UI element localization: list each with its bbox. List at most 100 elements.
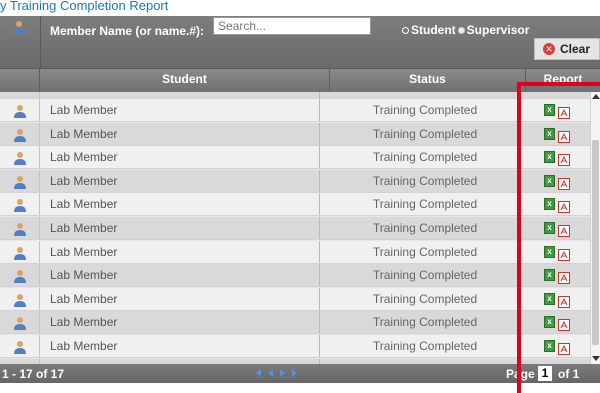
table-row[interactable]: Lab Member Training Completed x [0, 311, 590, 335]
scroll-thumb[interactable] [592, 140, 599, 345]
report-cell: x [530, 217, 590, 239]
report-column-header[interactable]: Report [526, 69, 600, 92]
pager-controls [256, 369, 297, 377]
student-name: Lab Member [40, 311, 320, 334]
pdf-report-icon[interactable] [558, 246, 570, 261]
member-grid: Member Name (or name.#): Student Supervi… [0, 16, 600, 383]
clear-button[interactable]: ✕ Clear [534, 38, 600, 60]
pdf-report-icon[interactable] [558, 175, 570, 190]
report-cell: x [530, 193, 590, 215]
scroll-up-icon[interactable] [592, 94, 600, 99]
vertical-scrollbar[interactable] [590, 92, 600, 364]
status-cell [320, 92, 530, 98]
excel-report-icon[interactable]: x [544, 104, 555, 116]
toolbar-icon-cell [0, 16, 41, 68]
table-row[interactable] [0, 92, 590, 99]
table-row[interactable]: Lab Member Training Completed x [0, 335, 590, 358]
excel-report-icon[interactable]: x [544, 151, 555, 164]
student-radio-label: Student [411, 23, 456, 37]
row-icon-cell [0, 240, 40, 263]
report-title-link[interactable]: y Training Completion Report [0, 0, 168, 16]
supervisor-radio[interactable] [457, 26, 465, 34]
student-name: Lab Member [40, 335, 320, 357]
status-text: Training Completed [372, 268, 478, 283]
clear-button-label: Clear [560, 42, 591, 56]
excel-report-icon[interactable]: x [544, 222, 555, 234]
student-name: Lab Member [40, 217, 320, 239]
excel-report-icon[interactable]: x [544, 316, 555, 329]
report-cell: x [530, 288, 590, 310]
grid-body[interactable]: Lab Member Training Completed x Lab Member T… [0, 92, 600, 364]
status-text: Training Completed [372, 150, 478, 165]
grid-footer: 1 - 17 of 17 Page 1 of 1 [0, 364, 600, 383]
status-column-header[interactable]: Status [330, 69, 526, 92]
status-text: Training Completed [372, 339, 478, 353]
excel-report-icon[interactable]: x [544, 245, 555, 258]
row-icon-cell [0, 193, 40, 216]
status-text: Training Completed [372, 315, 478, 330]
row-icon-cell [0, 169, 40, 192]
page-number-input[interactable]: 1 [538, 366, 552, 381]
table-row[interactable]: Lab Member Training Completed x [0, 122, 590, 146]
row-icon-cell [0, 217, 40, 239]
next-page-icon[interactable] [280, 369, 285, 377]
student-name: Lab Member [40, 146, 320, 169]
student-name: Lab Member [40, 264, 320, 287]
table-row[interactable]: Lab Member Training Completed x [0, 169, 590, 193]
student-radio[interactable] [402, 26, 409, 34]
table-row[interactable]: Lab Member Training Completed x [0, 240, 590, 264]
scroll-down-icon[interactable] [592, 356, 600, 361]
pdf-report-icon[interactable] [558, 198, 570, 214]
prev-page-icon[interactable] [268, 369, 273, 377]
report-cell: x [530, 264, 590, 286]
pdf-report-icon[interactable] [558, 151, 570, 167]
first-page-icon[interactable] [256, 369, 261, 377]
student-column-header[interactable]: Student [40, 69, 330, 92]
highlight-box-top [517, 82, 600, 86]
excel-report-icon[interactable]: x [544, 269, 555, 282]
pdf-report-icon[interactable] [558, 269, 570, 285]
supervisor-radio-label: Supervisor [466, 23, 530, 37]
report-cell: x [530, 146, 590, 168]
member-name-label: Member Name (or name.#): [50, 24, 205, 38]
row-icon-cell [0, 311, 40, 334]
pdf-report-icon[interactable] [558, 128, 570, 143]
excel-report-icon[interactable]: x [544, 198, 555, 211]
person-icon [12, 20, 26, 39]
status-text: Training Completed [372, 221, 478, 235]
report-cell: x [530, 335, 590, 357]
highlight-box-left [517, 82, 521, 393]
status-text: Training Completed [372, 291, 478, 306]
table-row[interactable]: Lab Member Training Completed x [0, 264, 590, 288]
pdf-report-icon[interactable] [558, 104, 570, 119]
status-text: Training Completed [372, 126, 478, 141]
pdf-report-icon[interactable] [558, 340, 570, 355]
excel-report-icon[interactable]: x [544, 174, 555, 187]
student-name: Lab Member [40, 169, 320, 192]
table-row[interactable]: Lab Member Training Completed x [0, 217, 590, 240]
table-row[interactable]: Lab Member Training Completed x [0, 193, 590, 217]
excel-report-icon[interactable]: x [544, 340, 555, 352]
pdf-report-icon[interactable] [558, 293, 570, 308]
column-header-row: Student Status Report [0, 68, 600, 92]
report-cell: x [530, 99, 590, 121]
table-row[interactable]: Lab Member Training Completed x [0, 146, 590, 170]
row-icon-cell [0, 122, 40, 145]
student-name: Lab Member [40, 287, 320, 310]
icon-column-header [0, 69, 40, 92]
table-row[interactable]: Lab Member Training Completed x [0, 99, 590, 122]
page-total: of 1 [558, 367, 580, 381]
pdf-report-icon[interactable] [558, 222, 570, 237]
status-text: Training Completed [372, 173, 478, 188]
pdf-report-icon[interactable] [558, 316, 570, 332]
student-name: Lab Member [40, 193, 320, 216]
member-search-input[interactable] [213, 17, 371, 35]
role-radio-group: Student Supervisor [402, 23, 529, 37]
row-icon-cell [0, 92, 40, 98]
status-text: Training Completed [372, 103, 478, 117]
row-icon-cell [0, 146, 40, 169]
last-page-icon[interactable] [292, 369, 297, 377]
table-row[interactable]: Lab Member Training Completed x [0, 287, 590, 311]
excel-report-icon[interactable]: x [544, 292, 555, 305]
excel-report-icon[interactable]: x [544, 127, 555, 140]
